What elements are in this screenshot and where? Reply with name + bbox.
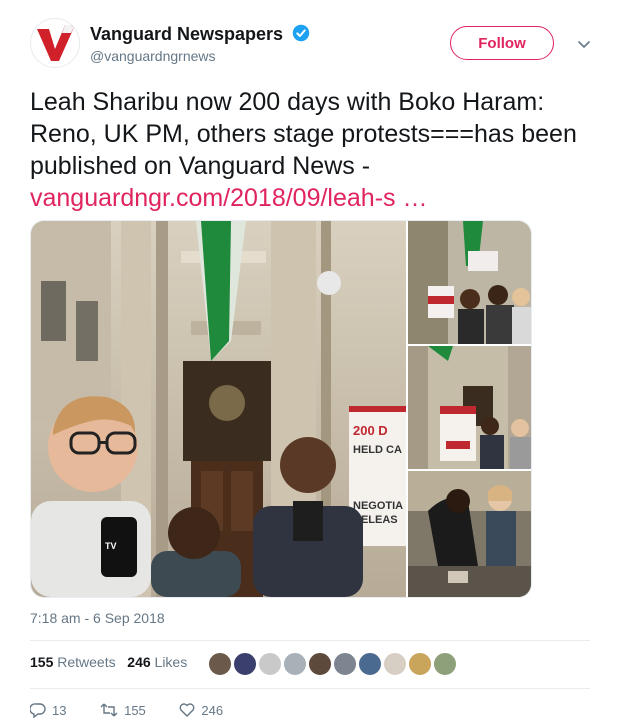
retweet-count: 155 <box>124 703 146 718</box>
chevron-down-icon[interactable] <box>576 36 592 52</box>
likes-label: Likes <box>154 654 188 670</box>
retweets-count: 155 <box>30 654 54 670</box>
verified-badge-icon <box>292 24 310 42</box>
tweet-stats: 155 Retweets 246 Likes <box>30 654 187 670</box>
account-name[interactable]: Vanguard Newspapers <box>90 24 310 45</box>
sign-text-line3: NEGOTIA <box>353 500 403 512</box>
like-count: 246 <box>201 703 224 718</box>
retweet-button[interactable]: 155 <box>100 702 146 718</box>
liker-avatar[interactable] <box>358 652 382 676</box>
retweets-label: Retweets <box>57 654 116 670</box>
photo-main[interactable]: 200 D HELD CA NEGOTIA RELEAS TV <box>31 221 409 597</box>
liker-avatar[interactable] <box>383 652 407 676</box>
photo-thumb-3[interactable] <box>408 471 531 597</box>
account-handle[interactable]: @vanguardngrnews <box>90 48 216 64</box>
divider-bottom <box>30 688 590 689</box>
vanguard-logo[interactable] <box>30 18 80 68</box>
tweet-text: Leah Sharibu now 200 days with Boko Hara… <box>30 86 595 214</box>
photo-thumb-2[interactable] <box>408 346 531 469</box>
liker-avatar[interactable] <box>233 652 257 676</box>
liker-avatar[interactable] <box>308 652 332 676</box>
like-button[interactable]: 246 <box>179 702 223 718</box>
liker-avatar[interactable] <box>333 652 357 676</box>
tweet-media: 200 D HELD CA NEGOTIA RELEAS TV <box>30 220 532 598</box>
liker-avatar[interactable] <box>408 652 432 676</box>
tweet-header: Vanguard Newspapers @vanguardngrnews Fol… <box>30 18 600 74</box>
tweet-link[interactable]: vanguardngr.com/2018/09/leah-s <box>30 184 396 212</box>
likes-count: 246 <box>127 654 151 670</box>
tweet-timestamp[interactable]: 7:18 am - 6 Sep 2018 <box>30 610 165 626</box>
liker-avatar[interactable] <box>208 652 232 676</box>
mic-label: TV <box>105 541 117 551</box>
tweet-actions: 13 155 246 <box>29 702 253 718</box>
liker-avatar[interactable] <box>283 652 307 676</box>
account-name-text[interactable]: Vanguard Newspapers <box>90 24 283 44</box>
divider-top <box>30 640 590 641</box>
follow-button[interactable]: Follow <box>450 26 554 60</box>
liker-avatar[interactable] <box>433 652 457 676</box>
reply-count: 13 <box>52 703 67 718</box>
likers-avatars <box>208 652 458 676</box>
photo-thumb-1[interactable] <box>408 221 531 344</box>
likes-stat[interactable]: 246 Likes <box>127 654 187 670</box>
tweet-link-ellipsis[interactable]: … <box>396 184 428 212</box>
tweet-body: Leah Sharibu now 200 days with Boko Hara… <box>30 88 577 180</box>
liker-avatar[interactable] <box>258 652 282 676</box>
ellipsis-text: … <box>402 184 428 212</box>
retweet-icon <box>100 703 118 717</box>
heart-icon <box>180 703 195 717</box>
sign-text-title: 200 D <box>353 423 388 438</box>
reply-icon <box>29 703 46 718</box>
retweets-stat[interactable]: 155 Retweets <box>30 654 116 670</box>
reply-button[interactable]: 13 <box>29 702 67 718</box>
sign-text-line2: HELD CA <box>353 444 402 456</box>
